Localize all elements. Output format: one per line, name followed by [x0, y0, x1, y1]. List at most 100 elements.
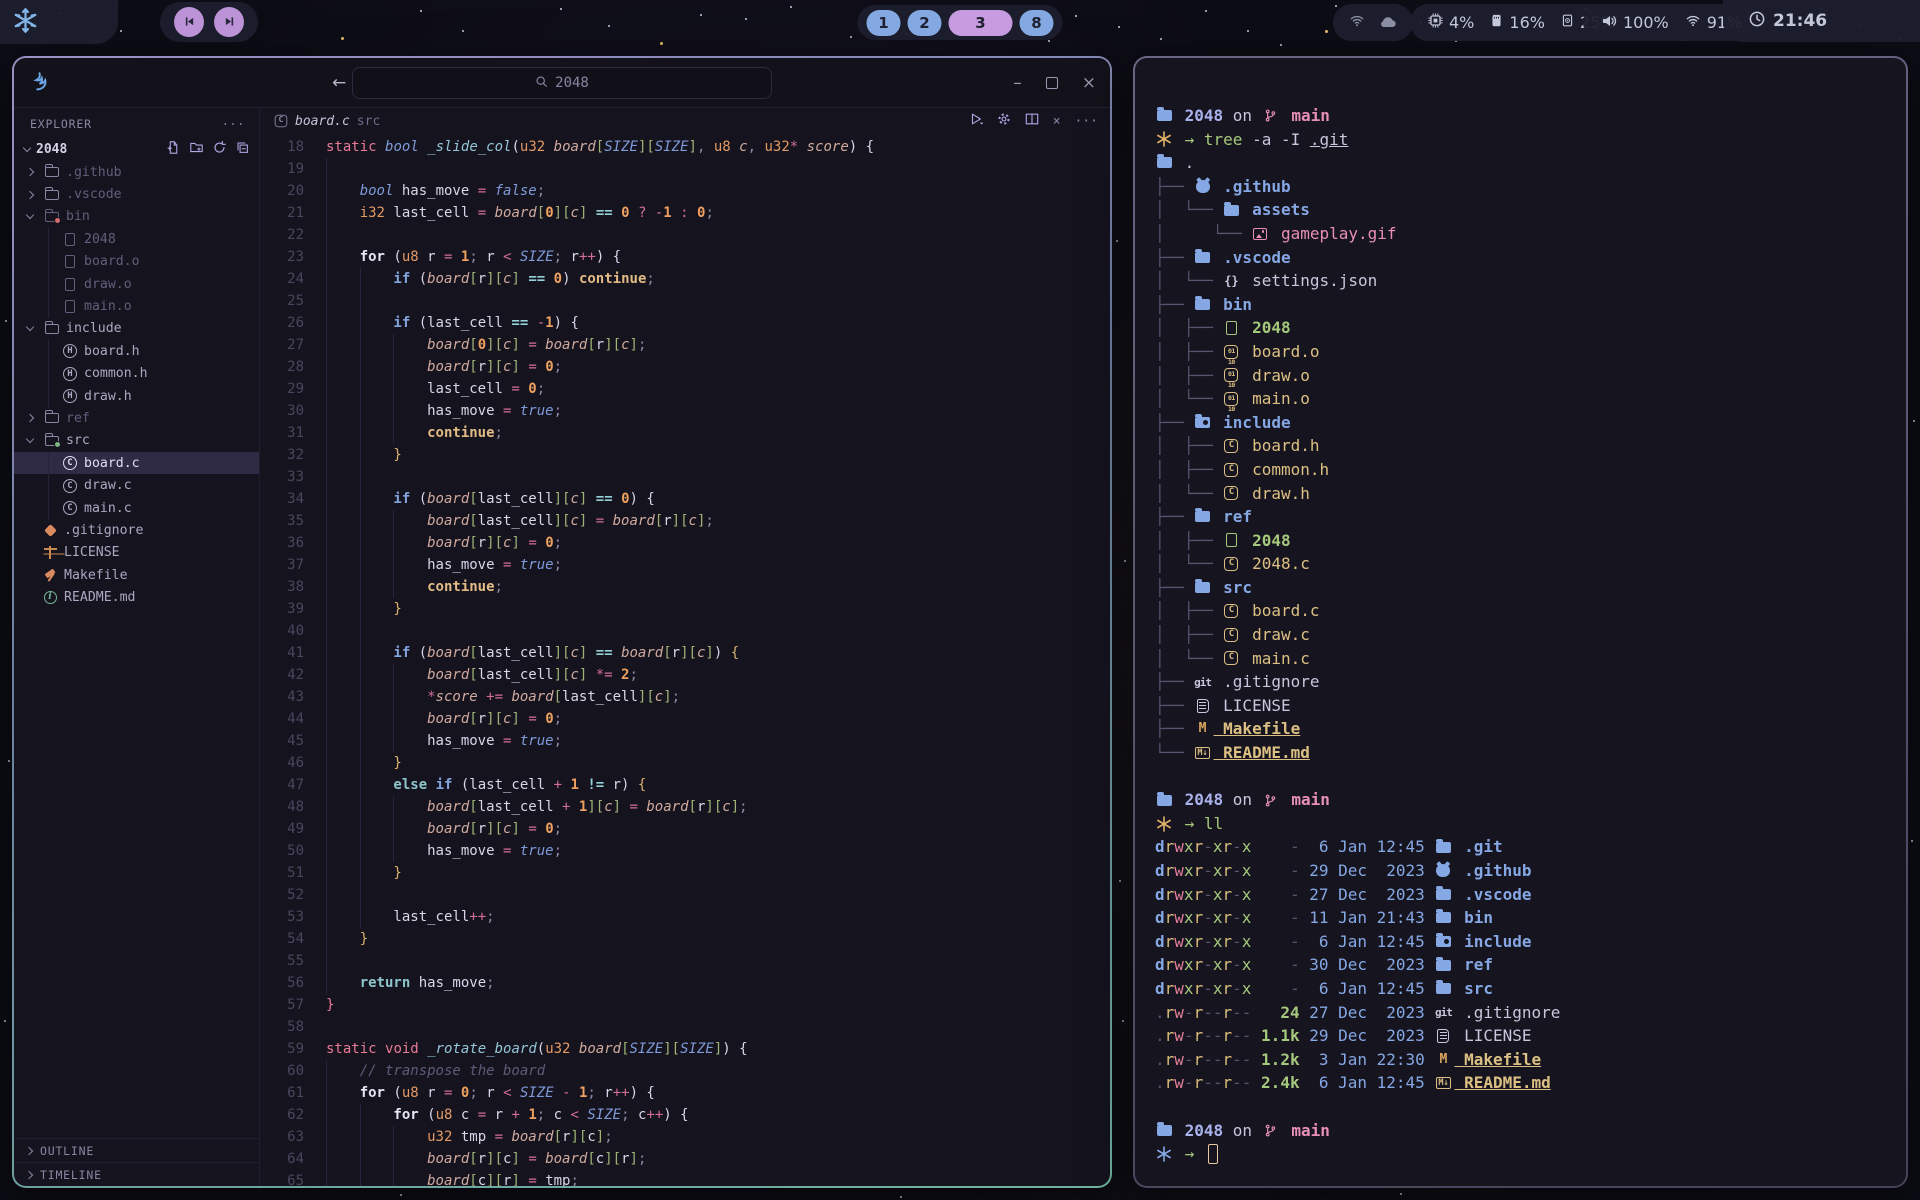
tree-item-draw-c[interactable]: Cdraw.c [14, 474, 259, 496]
refresh-icon[interactable] [213, 141, 226, 158]
code-line-34[interactable]: 34if (board[last_cell][c] == 0) { [260, 488, 1110, 510]
code-line-49[interactable]: 49board[r][c] = 0; [260, 818, 1110, 840]
tree-item-bin[interactable]: bin [14, 206, 259, 228]
code-line-29[interactable]: 29last_cell = 0; [260, 378, 1110, 400]
code-line-30[interactable]: 30has_move = true; [260, 400, 1110, 422]
workspace-2[interactable]: 2 [908, 10, 942, 36]
tree-item-draw-h[interactable]: Hdraw.h [14, 385, 259, 407]
code-line-27[interactable]: 27board[0][c] = board[r][c]; [260, 334, 1110, 356]
code-line-53[interactable]: 53last_cell++; [260, 906, 1110, 928]
tree-item-README-md[interactable]: iREADME.md [14, 586, 259, 608]
code-line-32[interactable]: 32} [260, 444, 1110, 466]
maximize-button[interactable] [1046, 77, 1058, 89]
tree-item--github[interactable]: .github [14, 161, 259, 183]
workspace-3-active[interactable]: 3 [949, 10, 1013, 36]
code-line-31[interactable]: 31continue; [260, 422, 1110, 444]
code-line-47[interactable]: 47else if (last_cell + 1 != r) { [260, 774, 1110, 796]
code-line-20[interactable]: 20bool has_move = false; [260, 180, 1110, 202]
code-line-23[interactable]: 23for (u8 r = 1; r < SIZE; r++) { [260, 246, 1110, 268]
tree-item-Makefile[interactable]: Makefile [14, 564, 259, 586]
code-line-39[interactable]: 39} [260, 598, 1110, 620]
tree-item--vscode[interactable]: .vscode [14, 183, 259, 205]
command-center-search[interactable]: 2048 [352, 67, 772, 99]
close-editor-icon[interactable]: × [1053, 114, 1061, 129]
tree-item-common-h[interactable]: Hcommon.h [14, 363, 259, 385]
snowflake-icon[interactable] [12, 7, 39, 38]
code-line-25[interactable]: 25 [260, 290, 1110, 312]
timeline-panel[interactable]: TIMELINE [14, 1162, 259, 1186]
breadcrumb-folder[interactable]: src [357, 114, 380, 129]
code-line-51[interactable]: 51} [260, 862, 1110, 884]
clock-module[interactable]: 21:46 [1723, 0, 1920, 42]
close-button[interactable]: × [1082, 73, 1096, 93]
tree-item-main-o[interactable]: main.o [14, 295, 259, 317]
more-actions-icon[interactable]: ··· [1075, 114, 1098, 129]
tree-item-src[interactable]: src [14, 430, 259, 452]
editor-titlebar[interactable]: ← → 2048 – × [14, 58, 1110, 108]
tree-item-draw-o[interactable]: draw.o [14, 273, 259, 295]
code-line-65[interactable]: 65board[c][r] = tmp; [260, 1170, 1110, 1186]
code-line-62[interactable]: 62for (u8 c = r + 1; c < SIZE; c++) { [260, 1104, 1110, 1126]
code-line-60[interactable]: 60// transpose the board [260, 1060, 1110, 1082]
code-line-41[interactable]: 41if (board[last_cell][c] == board[r][c]… [260, 642, 1110, 664]
media-next-button[interactable] [214, 7, 244, 37]
code-line-24[interactable]: 24if (board[r][c] == 0) continue; [260, 268, 1110, 290]
code-line-44[interactable]: 44board[r][c] = 0; [260, 708, 1110, 730]
gear-icon[interactable] [997, 112, 1011, 130]
code-line-61[interactable]: 61for (u8 r = 0; r < SIZE - 1; r++) { [260, 1082, 1110, 1104]
tree-item-include[interactable]: include [14, 318, 259, 340]
tree-item-LICENSE[interactable]: LICENSE [14, 542, 259, 564]
code-line-52[interactable]: 52 [260, 884, 1110, 906]
code-line-22[interactable]: 22 [260, 224, 1110, 246]
tree-item--gitignore[interactable]: .gitignore [14, 519, 259, 541]
code-line-50[interactable]: 50has_move = true; [260, 840, 1110, 862]
code-line-18[interactable]: 18static bool _slide_col(u32 board[SIZE]… [260, 136, 1110, 158]
workspace-1[interactable]: 1 [867, 10, 901, 36]
code-line-43[interactable]: 43*score += board[last_cell][c]; [260, 686, 1110, 708]
code-line-63[interactable]: 63u32 tmp = board[r][c]; [260, 1126, 1110, 1148]
outline-panel[interactable]: OUTLINE [14, 1138, 259, 1162]
tree-item-2048[interactable]: 2048 [14, 228, 259, 250]
code-line-45[interactable]: 45has_move = true; [260, 730, 1110, 752]
new-folder-icon[interactable] [190, 141, 203, 158]
code-line-56[interactable]: 56return has_move; [260, 972, 1110, 994]
explorer-more-icon[interactable]: ··· [222, 117, 245, 131]
code-line-19[interactable]: 19 [260, 158, 1110, 180]
tree-item-board-o[interactable]: board.o [14, 251, 259, 273]
run-debug-icon[interactable] [969, 112, 983, 130]
code-line-59[interactable]: 59static void _rotate_board(u32 board[SI… [260, 1038, 1110, 1060]
new-file-icon[interactable] [167, 141, 180, 158]
launcher-module[interactable] [0, 0, 118, 44]
collapse-all-icon[interactable] [236, 141, 249, 158]
nav-back-button[interactable]: ← [332, 73, 346, 93]
code-line-36[interactable]: 36board[r][c] = 0; [260, 532, 1110, 554]
split-editor-icon[interactable] [1025, 112, 1039, 130]
code-line-40[interactable]: 40 [260, 620, 1110, 642]
minimize-button[interactable]: – [1013, 73, 1022, 93]
code-line-48[interactable]: 48board[last_cell + 1][c] = board[r][c]; [260, 796, 1110, 818]
code-line-46[interactable]: 46} [260, 752, 1110, 774]
tree-item-main-c[interactable]: Cmain.c [14, 497, 259, 519]
tree-item-ref[interactable]: ref [14, 407, 259, 429]
code-line-54[interactable]: 54} [260, 928, 1110, 950]
terminal-content[interactable]: 2048 on main → tree -a -I .git .├── .git… [1135, 58, 1906, 1186]
code-line-64[interactable]: 64board[r][c] = board[c][r]; [260, 1148, 1110, 1170]
code-line-38[interactable]: 38continue; [260, 576, 1110, 598]
code-line-37[interactable]: 37has_move = true; [260, 554, 1110, 576]
tree-item-board-c[interactable]: Cboard.c [14, 452, 259, 474]
code-line-21[interactable]: 21i32 last_cell = board[0][c] == 0 ? -1 … [260, 202, 1110, 224]
code-line-33[interactable]: 33 [260, 466, 1110, 488]
code-line-58[interactable]: 58 [260, 1016, 1110, 1038]
breadcrumb[interactable]: C board.c src × ··· [260, 108, 1110, 134]
code-line-42[interactable]: 42board[last_cell][c] *= 2; [260, 664, 1110, 686]
project-root-row[interactable]: 2048 [14, 137, 259, 161]
code-line-55[interactable]: 55 [260, 950, 1110, 972]
code-editor[interactable]: 18static bool _slide_col(u32 board[SIZE]… [260, 134, 1110, 1186]
code-line-28[interactable]: 28board[r][c] = 0; [260, 356, 1110, 378]
code-line-57[interactable]: 57} [260, 994, 1110, 1016]
breadcrumb-file[interactable]: board.c [295, 114, 350, 129]
workspace-8[interactable]: 8 [1020, 10, 1054, 36]
tree-item-board-h[interactable]: Hboard.h [14, 340, 259, 362]
media-prev-button[interactable] [174, 7, 204, 37]
code-line-35[interactable]: 35board[last_cell][c] = board[r][c]; [260, 510, 1110, 532]
